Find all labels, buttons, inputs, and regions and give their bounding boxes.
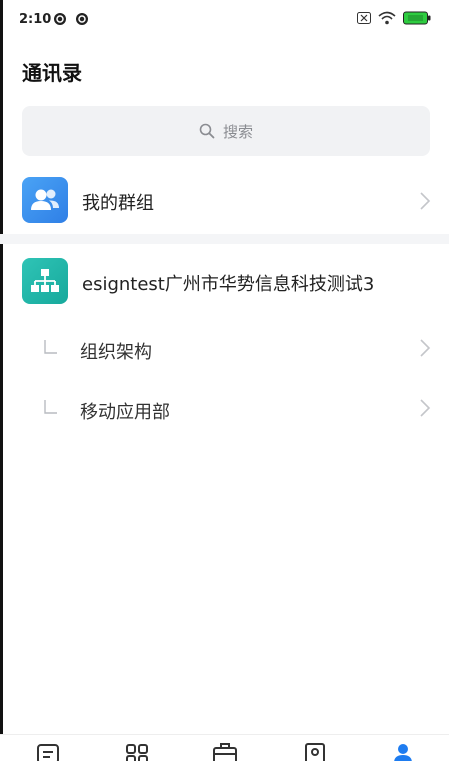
wifi-icon (378, 11, 396, 25)
screen-edge (0, 0, 3, 759)
status-bar: 2:10 (3, 0, 449, 40)
person-icon[interactable] (390, 741, 416, 761)
notification-icon (76, 13, 88, 25)
battery-icon (403, 11, 431, 25)
department-row[interactable]: 移动应用部 (0, 386, 449, 432)
chevron-right-icon (420, 192, 431, 210)
my-groups-row[interactable]: 我的群组 (0, 172, 449, 232)
search-icon (199, 123, 215, 139)
department-label: 移动应用部 (80, 402, 170, 423)
briefcase-icon[interactable] (212, 741, 238, 761)
organization-name: esigntest广州市华势信息科技测试3 (82, 274, 375, 295)
bottom-tab-bar (0, 734, 449, 761)
group-icon (22, 177, 68, 223)
status-time: 2:10 (19, 12, 52, 27)
message-icon[interactable] (36, 741, 62, 761)
my-groups-label: 我的群组 (82, 193, 154, 214)
department-row[interactable]: 组织架构 (0, 326, 449, 372)
status-icons (357, 11, 431, 25)
department-label: 组织架构 (80, 342, 152, 363)
notification-icon (54, 13, 66, 25)
sim-icon (357, 12, 371, 24)
contact-card-icon[interactable] (302, 741, 328, 761)
apps-icon[interactable] (124, 741, 150, 761)
search-placeholder: 搜索 (222, 122, 253, 141)
tree-indent-icon (44, 340, 57, 354)
organization-row[interactable]: esigntest广州市华势信息科技测试3 (0, 255, 449, 311)
chevron-right-icon (420, 399, 431, 417)
org-chart-icon (22, 258, 68, 304)
chevron-right-icon (420, 339, 431, 357)
page-title: 通讯录 (22, 61, 82, 85)
section-divider (0, 234, 449, 244)
search-bar[interactable]: 搜索 (22, 106, 430, 156)
tree-indent-icon (44, 400, 57, 414)
